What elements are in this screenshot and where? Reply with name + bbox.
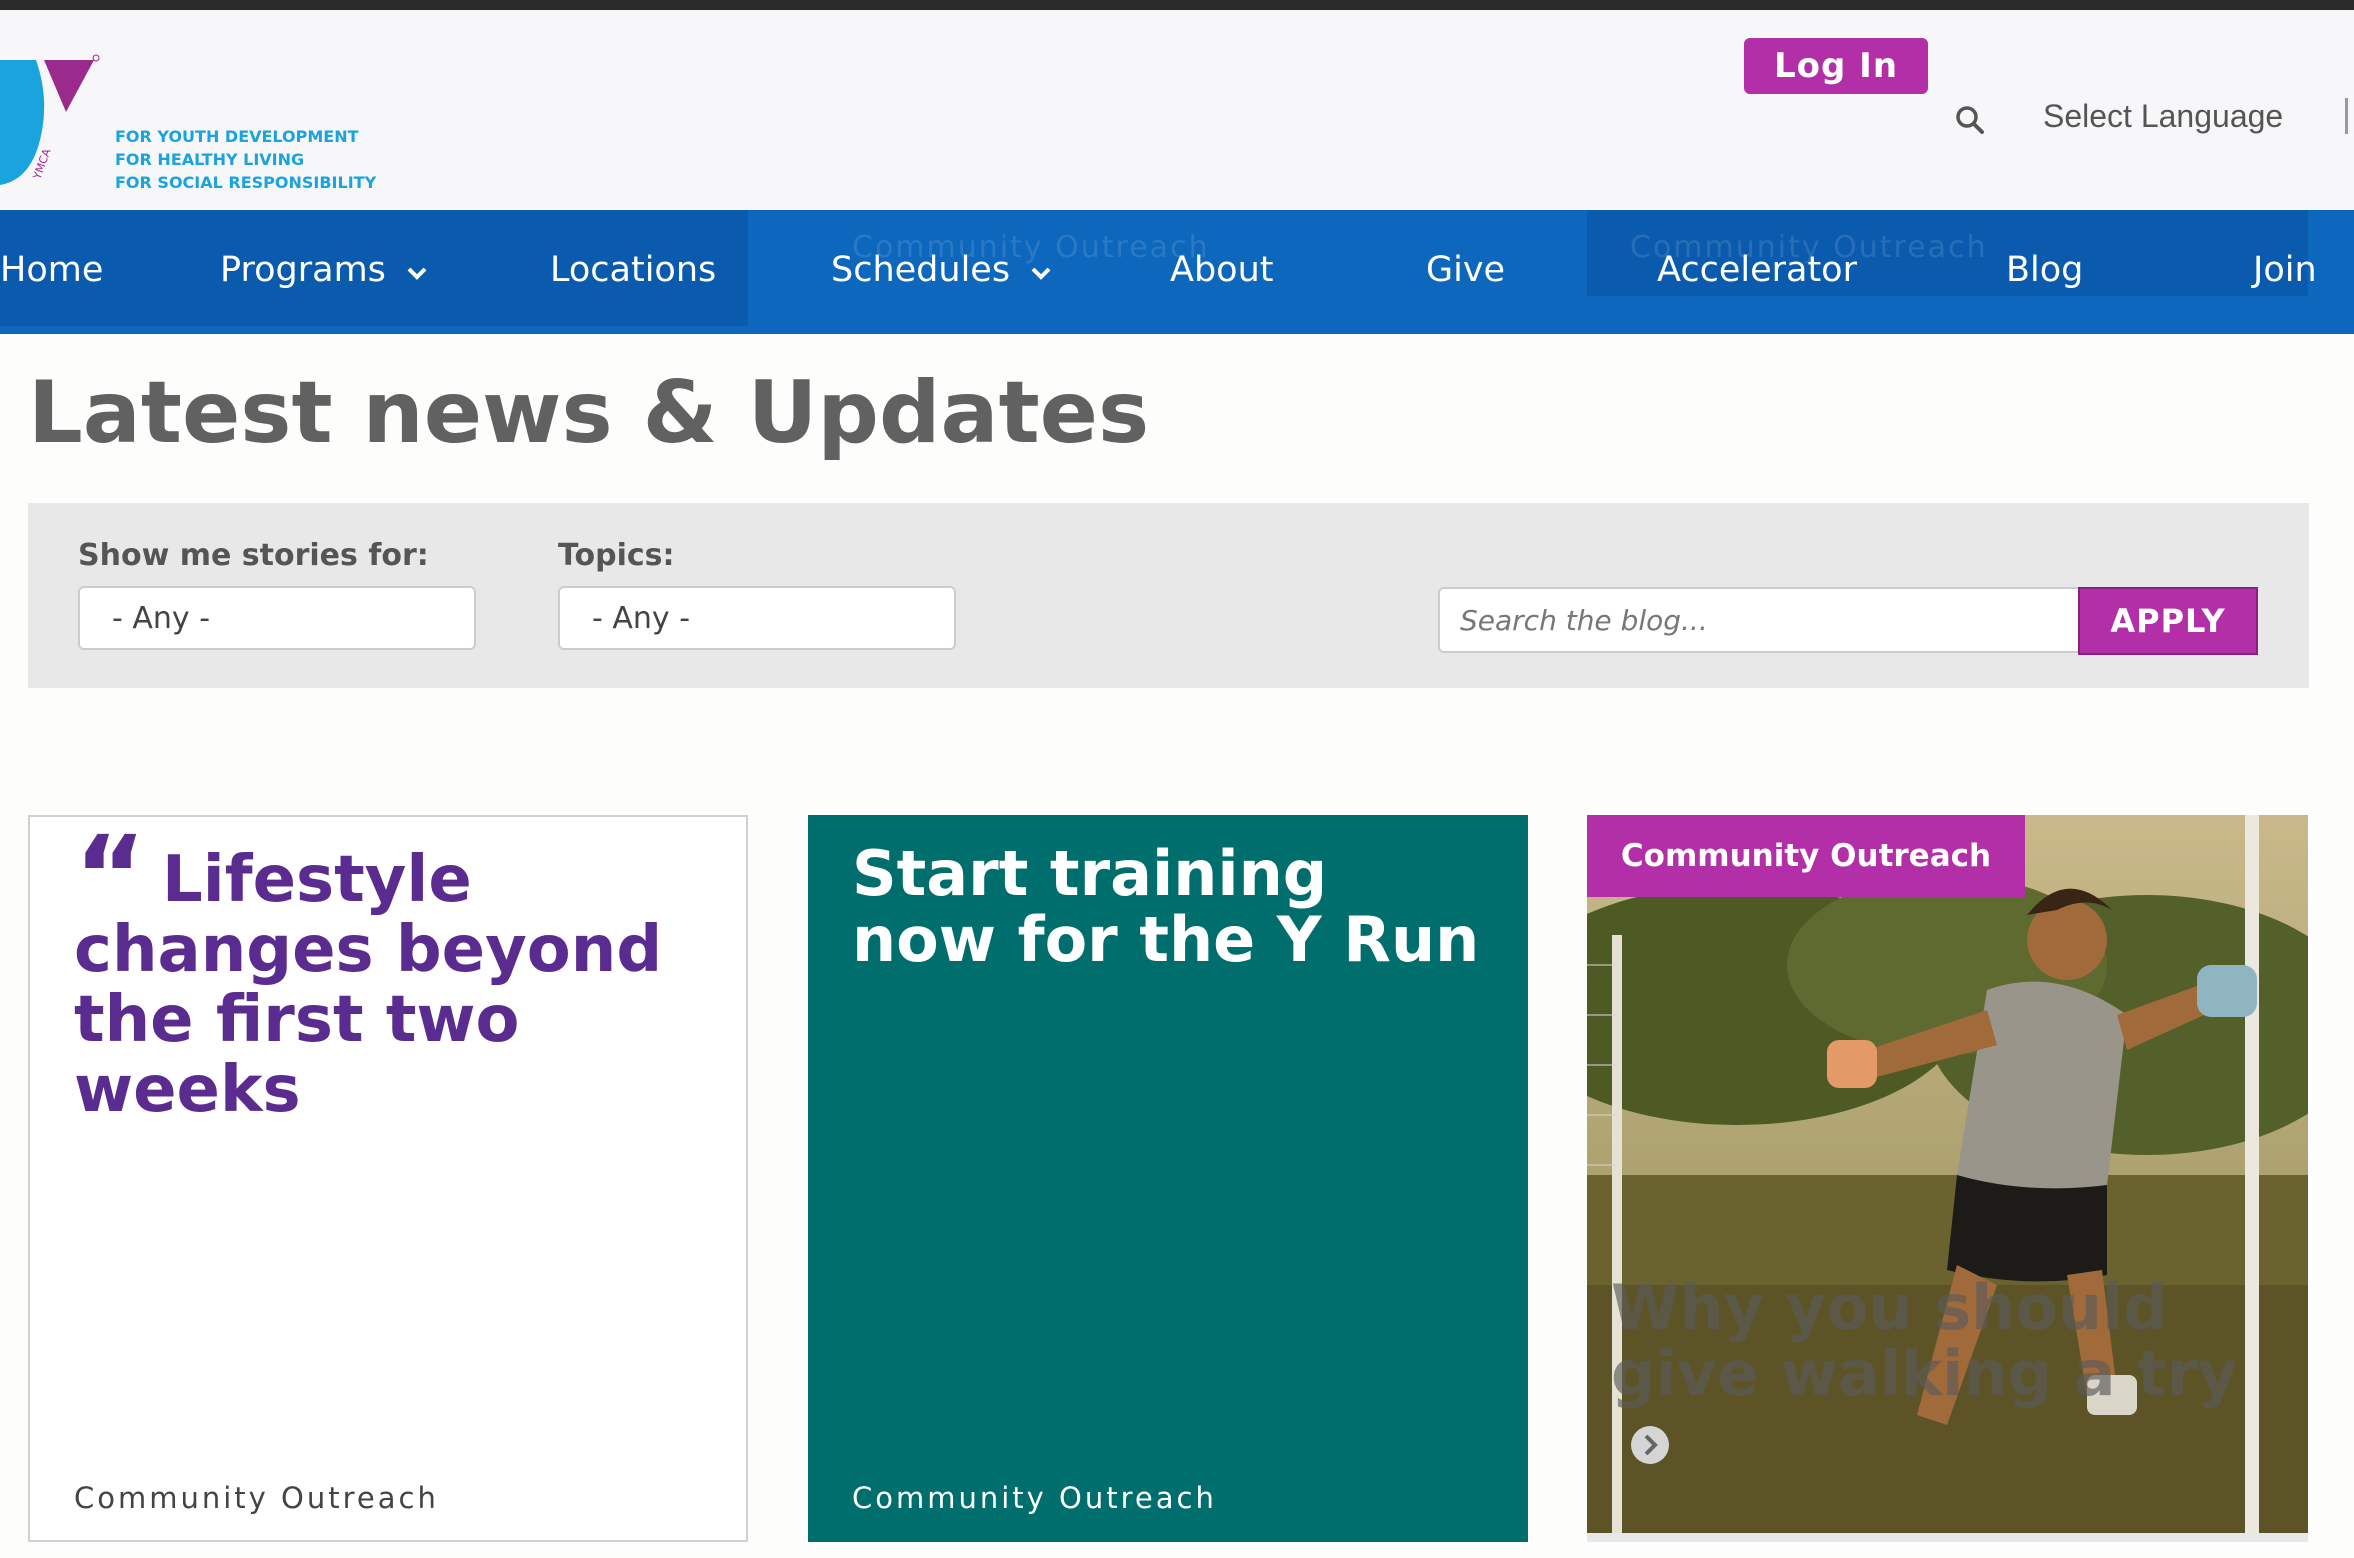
language-dropdown-edge — [2345, 98, 2348, 134]
ymca-logo[interactable]: YMCA — [0, 40, 110, 194]
site-header: YMCA FOR YOUTH DEVELOPMENT FOR HEALTHY L… — [0, 10, 2354, 210]
top-border — [0, 0, 2354, 10]
filter-bar: Show me stories for: - Any - Topics: - A… — [28, 503, 2309, 688]
story-card-lifestyle[interactable]: “ Lifestyle changes beyond the first two… — [28, 815, 748, 1542]
soccer-goalkeeper-photo — [1587, 815, 2308, 1542]
nav-label: Programs — [220, 250, 386, 290]
page-title: Latest news & Updates — [28, 363, 1150, 463]
nav-label: Locations — [550, 250, 717, 290]
nav-label: About — [1170, 250, 1274, 290]
tagline-line: FOR YOUTH DEVELOPMENT — [115, 127, 359, 146]
nav-item-join[interactable]: Join — [2253, 250, 2317, 290]
tagline-line: FOR SOCIAL RESPONSIBILITY — [115, 173, 377, 192]
nav-label: Join — [2253, 250, 2317, 290]
nav-item-give[interactable]: Give — [1426, 250, 1505, 290]
login-button[interactable]: Log In — [1744, 38, 1928, 94]
nav-label: Schedules — [831, 250, 1011, 290]
nav-item-about[interactable]: About — [1170, 250, 1273, 290]
search-icon[interactable] — [1955, 105, 1985, 139]
apply-button[interactable]: APPLY — [2078, 587, 2258, 655]
stories-filter-label: Show me stories for: — [78, 538, 429, 573]
card-title[interactable]: Why you should give walking a try — [1611, 1275, 2271, 1407]
nav-item-schedules[interactable]: Schedules — [831, 250, 1052, 290]
card-title[interactable]: Lifestyle changes beyond the first two w… — [74, 845, 694, 1125]
tagline-line: FOR HEALTHY LIVING — [115, 150, 305, 169]
nav-label: Give — [1426, 250, 1506, 290]
main-nav: Community Outreach Community Outreach Ho… — [0, 210, 2354, 334]
chevron-down-icon — [1031, 267, 1051, 280]
story-card-y-run[interactable]: Start training now for the Y Run Communi… — [808, 815, 1528, 1542]
category-badge[interactable]: Community Outreach — [1587, 815, 2025, 897]
card-title[interactable]: Start training now for the Y Run — [852, 841, 1492, 973]
stories-filter-select[interactable]: - Any - — [78, 586, 476, 650]
card-category[interactable]: Community Outreach — [852, 1481, 1217, 1515]
nav-item-accelerator[interactable]: Accelerator — [1657, 250, 1857, 290]
logo-triangle — [44, 60, 94, 112]
nav-item-blog[interactable]: Blog — [2006, 250, 2083, 290]
chevron-right-icon[interactable] — [1630, 1425, 1670, 1469]
nav-item-locations[interactable]: Locations — [550, 250, 716, 290]
nav-label: Accelerator — [1657, 250, 1857, 290]
nav-label: Blog — [2006, 250, 2084, 290]
logo-tagline: FOR YOUTH DEVELOPMENT FOR HEALTHY LIVING… — [115, 125, 376, 194]
nav-item-programs[interactable]: Programs — [220, 250, 428, 290]
nav-label: Home — [0, 250, 104, 290]
blog-search-input[interactable] — [1438, 587, 2106, 653]
chevron-down-icon — [407, 267, 427, 280]
card-category[interactable]: Community Outreach — [74, 1481, 439, 1515]
registered-mark — [92, 54, 100, 62]
language-select[interactable]: Select Language — [2043, 98, 2283, 135]
topics-filter-label: Topics: — [558, 538, 675, 573]
nav-item-home[interactable]: Home — [0, 250, 103, 290]
story-card-walking[interactable]: Community Outreach Why you should give w… — [1587, 815, 2308, 1542]
topics-filter-select[interactable]: - Any - — [558, 586, 956, 650]
